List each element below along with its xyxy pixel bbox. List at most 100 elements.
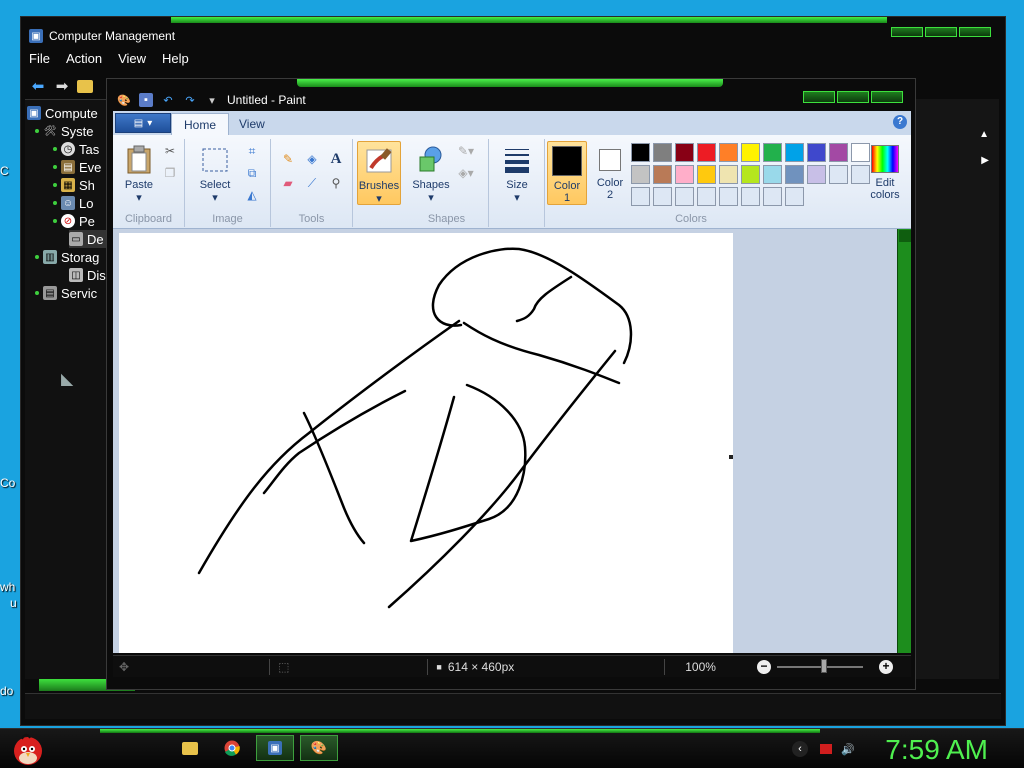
menu-help[interactable]: Help <box>162 51 189 66</box>
palette-swatch[interactable] <box>829 143 848 162</box>
computer-management-taskbar-icon[interactable]: ▣ <box>256 735 294 761</box>
text-icon[interactable]: A <box>325 149 347 169</box>
palette-swatch[interactable] <box>741 187 760 206</box>
palette-swatch[interactable] <box>785 143 804 162</box>
tree-item-services[interactable]: ▤ Servic <box>35 284 97 302</box>
palette-swatch[interactable] <box>697 143 716 162</box>
palette-swatch[interactable] <box>741 143 760 162</box>
paste-button[interactable]: Paste ▾ <box>117 141 161 205</box>
folder-icon[interactable] <box>77 79 93 93</box>
tab-view[interactable]: View <box>227 113 277 135</box>
fill-shape-icon[interactable]: ◈▾ <box>455 163 477 183</box>
collapse-up-icon[interactable]: ▲ <box>979 129 989 140</box>
eraser-icon[interactable]: ▰ <box>277 173 299 193</box>
palette-swatch[interactable] <box>631 165 650 184</box>
zoom-slider-thumb[interactable] <box>821 659 827 673</box>
vertical-scrollbar[interactable] <box>897 229 911 653</box>
palette-swatch[interactable] <box>763 187 782 206</box>
close-button[interactable] <box>959 27 991 37</box>
save-icon[interactable]: ▪ <box>139 93 153 107</box>
color1-button[interactable]: Color 1 <box>547 141 587 205</box>
redo-icon[interactable]: ↷ <box>183 93 197 107</box>
tree-item-task-scheduler[interactable]: ◷ Tas <box>53 140 99 158</box>
palette-swatch[interactable] <box>785 187 804 206</box>
show-hidden-icons-icon[interactable]: ‹ <box>792 741 808 757</box>
palette-swatch[interactable] <box>763 165 782 184</box>
palette-swatch[interactable] <box>653 187 672 206</box>
fill-icon[interactable]: ◈ <box>301 149 323 169</box>
scroll-up-icon[interactable] <box>899 230 911 242</box>
palette-swatch[interactable] <box>719 143 738 162</box>
palette-swatch[interactable] <box>631 187 650 206</box>
menu-action[interactable]: Action <box>66 51 102 66</box>
canvas-workspace[interactable] <box>113 229 905 653</box>
tree-item-local-users[interactable]: ☺ Lo <box>53 194 93 212</box>
palette-swatch[interactable] <box>675 187 694 206</box>
help-icon[interactable]: ? <box>893 115 907 129</box>
desktop-icon-label[interactable]: Co <box>0 476 15 490</box>
taskbar-clock[interactable]: 7:59 AM <box>885 734 988 766</box>
maximize-button[interactable] <box>925 27 957 37</box>
resize-icon[interactable]: ⧉ <box>241 163 263 183</box>
palette-swatch[interactable] <box>807 165 826 184</box>
copy-icon[interactable]: ❐ <box>159 163 181 183</box>
tab-home[interactable]: Home <box>171 113 230 135</box>
paint-titlebar[interactable]: 🎨 ▪ ↶ ↷ ▾ Untitled - Paint <box>117 91 306 109</box>
crop-icon[interactable]: ⌗ <box>241 141 263 161</box>
palette-swatch[interactable] <box>719 165 738 184</box>
app-menu-button[interactable]: ▤ ▾ <box>115 113 171 133</box>
minimize-button[interactable] <box>891 27 923 37</box>
tree-item-shared-folders[interactable]: ▦ Sh <box>53 176 95 194</box>
magnifier-icon[interactable]: ⚲ <box>325 173 347 193</box>
rotate-icon[interactable]: ◭ <box>241 185 263 205</box>
edit-colors-button[interactable]: Edit colors <box>863 141 907 205</box>
color2-button[interactable]: Color 2 <box>591 141 629 205</box>
desktop-icon-label[interactable]: wh <box>0 580 15 594</box>
paint-taskbar-icon[interactable]: 🎨 <box>300 735 338 761</box>
action-center-icon[interactable] <box>818 741 834 757</box>
close-button[interactable] <box>871 91 903 103</box>
palette-swatch[interactable] <box>631 143 650 162</box>
undo-icon[interactable]: ↶ <box>161 93 175 107</box>
paint-app-icon[interactable]: 🎨 <box>117 93 131 107</box>
palette-swatch[interactable] <box>675 165 694 184</box>
start-button[interactable] <box>8 731 48 767</box>
tree-item-event-viewer[interactable]: ▤ Eve <box>53 158 101 176</box>
palette-swatch[interactable] <box>829 165 848 184</box>
chrome-taskbar-icon[interactable] <box>218 735 246 761</box>
size-button[interactable]: Size ▾ <box>495 141 539 205</box>
pencil-icon[interactable]: ✎ <box>277 149 299 169</box>
forward-arrow-icon[interactable]: ➡ <box>53 78 71 95</box>
desktop-icon-label[interactable]: do <box>0 684 13 698</box>
palette-swatch[interactable] <box>719 187 738 206</box>
tree-item-disk-management[interactable]: ◫ Dis <box>69 266 106 284</box>
drawing-canvas[interactable] <box>119 233 733 653</box>
shapes-button[interactable]: Shapes ▾ <box>409 141 453 205</box>
palette-swatch[interactable] <box>741 165 760 184</box>
desktop-icon-label[interactable]: C <box>0 164 9 178</box>
color-picker-icon[interactable]: ⟋ <box>301 173 323 193</box>
tree-item-storage[interactable]: ▥ Storag <box>35 248 99 266</box>
cm-titlebar[interactable]: ▣ Computer Management <box>29 27 175 45</box>
customize-qat-icon[interactable]: ▾ <box>205 93 219 107</box>
back-arrow-icon[interactable]: ⬅ <box>29 78 47 95</box>
zoom-in-button[interactable]: + <box>879 660 893 674</box>
palette-swatch[interactable] <box>675 143 694 162</box>
volume-icon[interactable]: 🔊 <box>840 741 856 757</box>
expand-right-icon[interactable]: ▶ <box>981 155 989 166</box>
maximize-button[interactable] <box>837 91 869 103</box>
zoom-slider[interactable] <box>777 666 863 668</box>
tree-item-system-tools[interactable]: 🛠 Syste <box>35 122 94 140</box>
palette-swatch[interactable] <box>653 165 672 184</box>
tree-item-performance[interactable]: ⊘ Pe <box>53 212 95 230</box>
outline-icon[interactable]: ✎▾ <box>455 141 477 161</box>
tree-item-computer-management[interactable]: ▣ Compute <box>27 104 98 122</box>
resize-handle[interactable] <box>729 455 733 459</box>
zoom-out-button[interactable]: − <box>757 660 771 674</box>
palette-swatch[interactable] <box>697 187 716 206</box>
palette-swatch[interactable] <box>697 165 716 184</box>
select-button[interactable]: Select ▾ <box>193 141 237 205</box>
palette-swatch[interactable] <box>653 143 672 162</box>
palette-swatch[interactable] <box>763 143 782 162</box>
desktop-icon-label[interactable]: u <box>10 596 17 610</box>
